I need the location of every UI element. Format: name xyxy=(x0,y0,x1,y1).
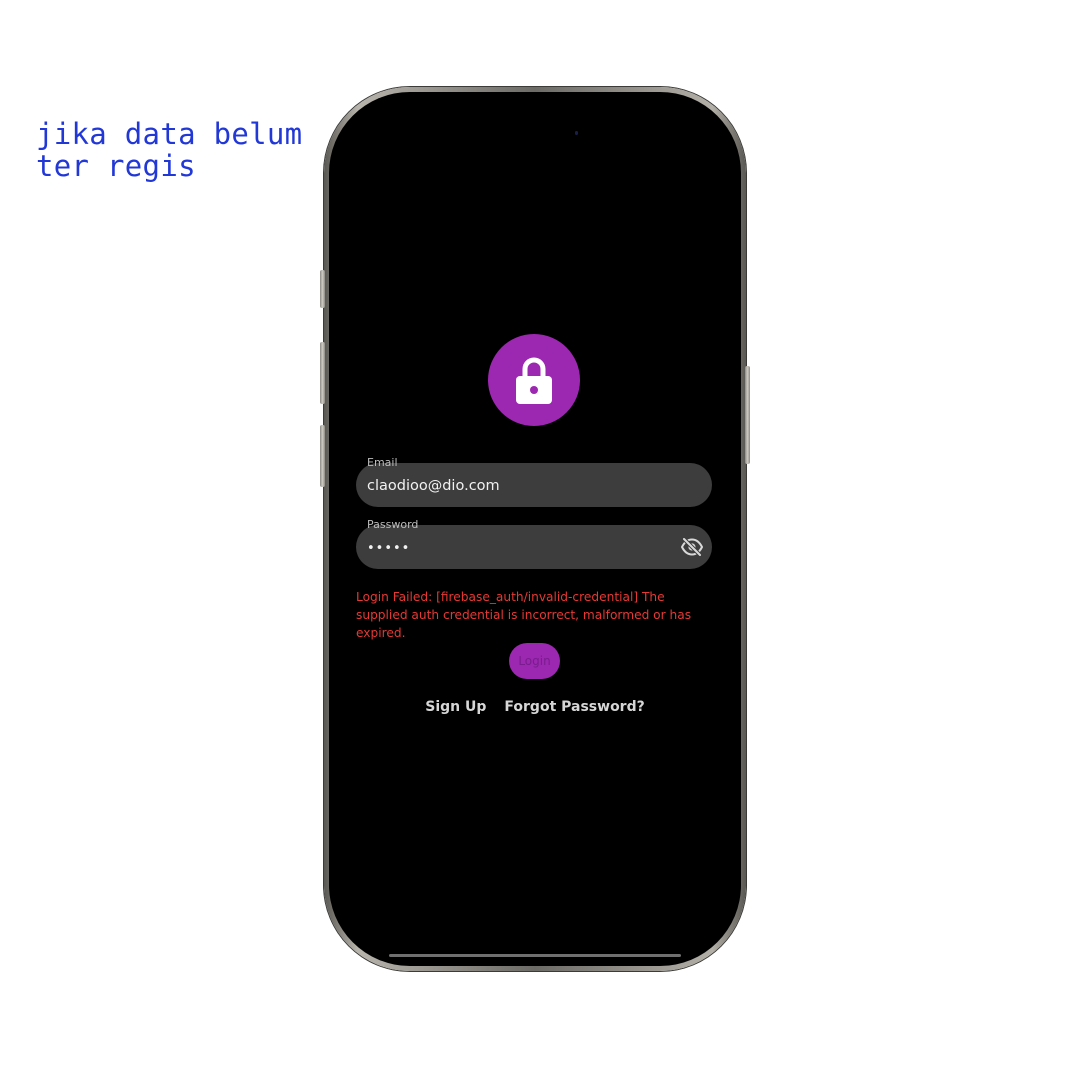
forgot-password-link[interactable]: Forgot Password? xyxy=(504,699,644,715)
volume-down-button xyxy=(320,425,325,487)
annotation-caption: jika data belum ter regis xyxy=(36,118,326,182)
front-camera xyxy=(575,131,578,135)
login-error-message: Login Failed: [firebase_auth/invalid-cre… xyxy=(356,590,692,640)
email-label: Email xyxy=(367,456,398,469)
toggle-password-visibility-button[interactable] xyxy=(680,536,704,558)
home-indicator xyxy=(389,954,681,957)
email-input[interactable] xyxy=(367,475,667,497)
sign-up-link[interactable]: Sign Up xyxy=(425,699,486,715)
password-field[interactable]: Password xyxy=(356,518,712,569)
power-button xyxy=(745,366,750,464)
volume-up-button xyxy=(320,342,325,404)
annotation-line-2: ter regis xyxy=(36,149,196,183)
action-button xyxy=(320,270,325,308)
eye-off-icon xyxy=(681,538,703,556)
phone-screen: Email Password Login Failed: [firebase_a… xyxy=(329,92,741,966)
login-button[interactable]: Login xyxy=(509,643,560,679)
annotation-line-1: jika data belum xyxy=(36,117,303,151)
lock-icon xyxy=(516,357,552,404)
lock-avatar xyxy=(488,334,580,426)
auth-links: Sign Up Forgot Password? xyxy=(329,699,741,715)
password-label: Password xyxy=(367,518,419,531)
email-field[interactable]: Email xyxy=(356,456,712,507)
password-input[interactable] xyxy=(367,537,667,559)
